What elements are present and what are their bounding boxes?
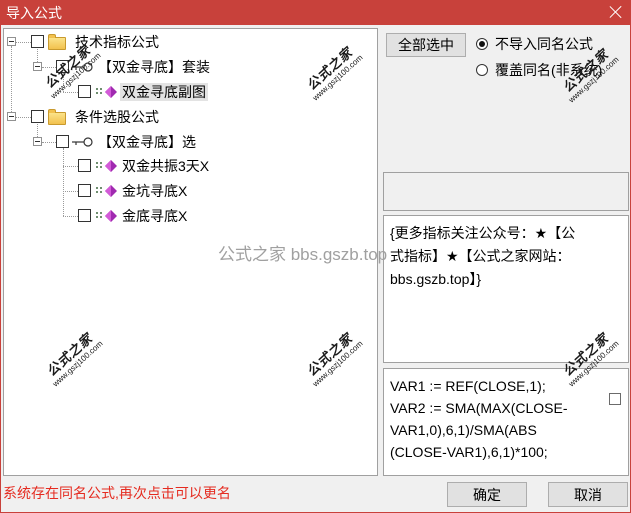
tree-node-label: 双金共振3天X xyxy=(122,158,210,174)
overwrite-duplicates-label[interactable]: 覆盖同名(非系统) xyxy=(495,61,602,79)
tree-node-formula-set[interactable]: 【双金寻底】套装 xyxy=(4,57,377,77)
tree-connector xyxy=(11,46,12,112)
folder-icon xyxy=(48,109,66,125)
tree-node-checkbox[interactable] xyxy=(78,85,91,98)
tree-node-label: 金坑寻底X xyxy=(122,183,188,199)
formula-code-line: VAR2 := SMA(MAX(CLOSE- xyxy=(390,400,568,416)
tree-node-label: 【双金寻底】选 xyxy=(98,134,196,150)
tree-node-checkbox[interactable] xyxy=(31,110,44,123)
skip-duplicates-label[interactable]: 不导入同名公式 xyxy=(495,35,593,53)
tree-node-label: 双金寻底副图 xyxy=(120,83,208,101)
tree-node-label: 金底寻底X xyxy=(122,208,188,224)
collapse-toggle[interactable] xyxy=(7,37,16,46)
tree-node-formula[interactable]: 金底寻底X xyxy=(4,206,377,226)
title-bar: 导入公式 xyxy=(1,1,630,25)
tree-node-checkbox[interactable] xyxy=(78,184,91,197)
watermark-site: www.gszj100.com xyxy=(566,54,621,105)
ok-button[interactable]: 确定 xyxy=(447,482,527,507)
formula-info-field[interactable] xyxy=(383,172,629,211)
import-formula-dialog: 导入公式 技术指标公式 【双金寻底】套装 双金寻底副图 条件选股公式 【双金寻底… xyxy=(0,0,631,513)
tree-node-formula[interactable]: 双金共振3天X xyxy=(4,156,377,176)
status-message: 系统存在同名公式,再次点击可以更名 xyxy=(3,485,231,501)
key-icon xyxy=(72,137,93,147)
collapse-toggle[interactable] xyxy=(7,112,16,121)
tree-node-label: 【双金寻底】套装 xyxy=(98,59,210,75)
tree-node-label: 技术指标公式 xyxy=(75,34,159,50)
window-title: 导入公式 xyxy=(6,5,62,21)
select-all-button[interactable]: 全部选中 xyxy=(386,33,466,57)
collapse-toggle[interactable] xyxy=(33,62,42,71)
formula-code-line: (CLOSE-VAR1),6,1)*100; xyxy=(390,444,548,460)
tree-node-checkbox[interactable] xyxy=(78,209,91,222)
folder-icon xyxy=(48,34,66,50)
tree-node-formula[interactable]: 双金寻底副图 xyxy=(4,82,377,102)
formula-tree[interactable]: 技术指标公式 【双金寻底】套装 双金寻底副图 条件选股公式 【双金寻底】选 双金… xyxy=(3,28,378,476)
tree-node-formula[interactable]: 金坑寻底X xyxy=(4,181,377,201)
overwrite-duplicates-radio[interactable] xyxy=(476,64,488,76)
diamond-icon xyxy=(105,160,117,172)
close-icon[interactable] xyxy=(609,5,623,19)
tree-node-technical-indicators[interactable]: 技术指标公式 xyxy=(4,32,377,52)
formula-code-line: VAR1 := REF(CLOSE,1); xyxy=(390,378,546,394)
tree-node-formula-set[interactable]: 【双金寻底】选 xyxy=(4,132,377,152)
description-line: 式指标】★【公式之家网站： xyxy=(390,248,571,264)
description-line: bbs.gszb.top】} xyxy=(390,271,482,287)
formula-checkbox[interactable] xyxy=(609,393,621,405)
description-line: {更多指标关注公众号：★【公 xyxy=(390,225,576,241)
formula-type-icon xyxy=(96,88,102,94)
tree-node-checkbox[interactable] xyxy=(56,135,69,148)
tree-node-checkbox[interactable] xyxy=(31,35,44,48)
diamond-icon xyxy=(105,86,117,98)
diamond-icon xyxy=(105,210,117,222)
formula-code-box[interactable]: VAR1 := REF(CLOSE,1); VAR2 := SMA(MAX(CL… xyxy=(383,368,629,476)
formula-type-icon xyxy=(96,162,102,168)
formula-description-box[interactable]: {更多指标关注公众号：★【公 式指标】★【公式之家网站： bbs.gszb.to… xyxy=(383,215,629,363)
skip-duplicates-radio[interactable] xyxy=(476,38,488,50)
formula-code-line: VAR1,0),6,1)/SMA(ABS xyxy=(390,422,537,438)
formula-type-icon xyxy=(96,212,102,218)
tree-node-checkbox[interactable] xyxy=(78,159,91,172)
tree-node-label: 条件选股公式 xyxy=(75,109,159,125)
tree-node-checkbox[interactable] xyxy=(56,60,69,73)
collapse-toggle[interactable] xyxy=(33,137,42,146)
diamond-icon xyxy=(105,185,117,197)
formula-type-icon xyxy=(96,187,102,193)
tree-node-stock-screening[interactable]: 条件选股公式 xyxy=(4,107,377,127)
key-icon xyxy=(72,62,93,72)
cancel-button[interactable]: 取消 xyxy=(548,482,628,507)
